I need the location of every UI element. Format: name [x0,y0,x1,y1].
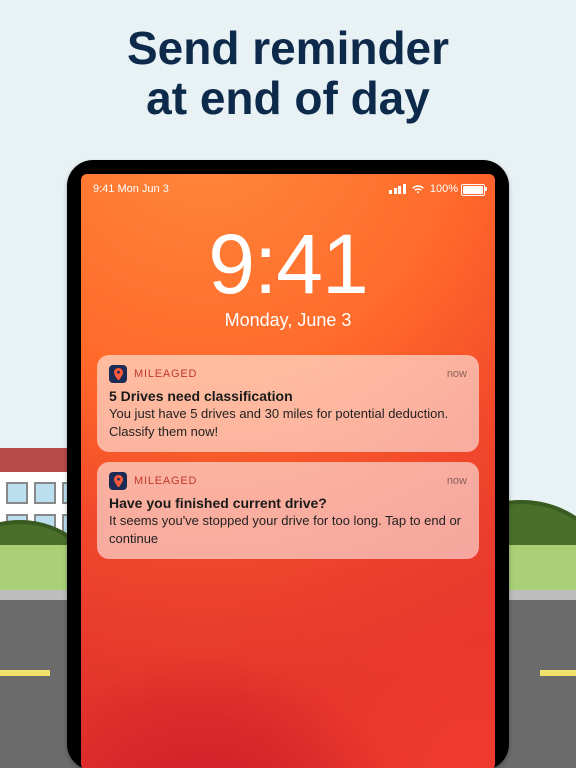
status-time-date: 9:41 Mon Jun 3 [93,183,169,195]
lock-screen[interactable]: 9:41 Mon Jun 3 100% 9:41 Monday, June 3 [81,174,495,768]
notification-title: Have you finished current drive? [109,495,467,511]
promo-headline: Send reminder at end of day [0,24,576,123]
map-pin-icon [109,472,127,490]
notification-app-name: MILEAGED [134,475,197,487]
notification-list: MILEAGED now 5 Drives need classificatio… [97,355,479,559]
notification-title: 5 Drives need classification [109,388,467,404]
notification-body: You just have 5 drives and 30 miles for … [109,405,467,440]
lock-clock: 9:41 Monday, June 3 [81,222,495,331]
notification-card[interactable]: MILEAGED now Have you finished current d… [97,462,479,559]
notification-card[interactable]: MILEAGED now 5 Drives need classificatio… [97,355,479,452]
tablet-frame: 9:41 Mon Jun 3 100% 9:41 Monday, June 3 [67,160,509,768]
map-pin-icon [109,365,127,383]
lock-time: 9:41 [81,222,495,306]
notification-body: It seems you've stopped your drive for t… [109,512,467,547]
battery-indicator: 100% [430,183,485,196]
battery-full-icon [461,184,485,196]
promo-headline-line1: Send reminder [0,24,576,74]
cellular-signal-icon [389,184,406,194]
battery-percent-label: 100% [430,183,458,195]
notification-timeago: now [447,368,467,380]
status-bar: 9:41 Mon Jun 3 100% [81,174,495,200]
notification-timeago: now [447,475,467,487]
wifi-icon [411,184,425,194]
notification-app-name: MILEAGED [134,368,197,380]
promo-stage: Send reminder at end of day 9:41 Mon Jun… [0,0,576,768]
lock-date: Monday, June 3 [81,310,495,331]
promo-headline-line2: at end of day [0,74,576,124]
